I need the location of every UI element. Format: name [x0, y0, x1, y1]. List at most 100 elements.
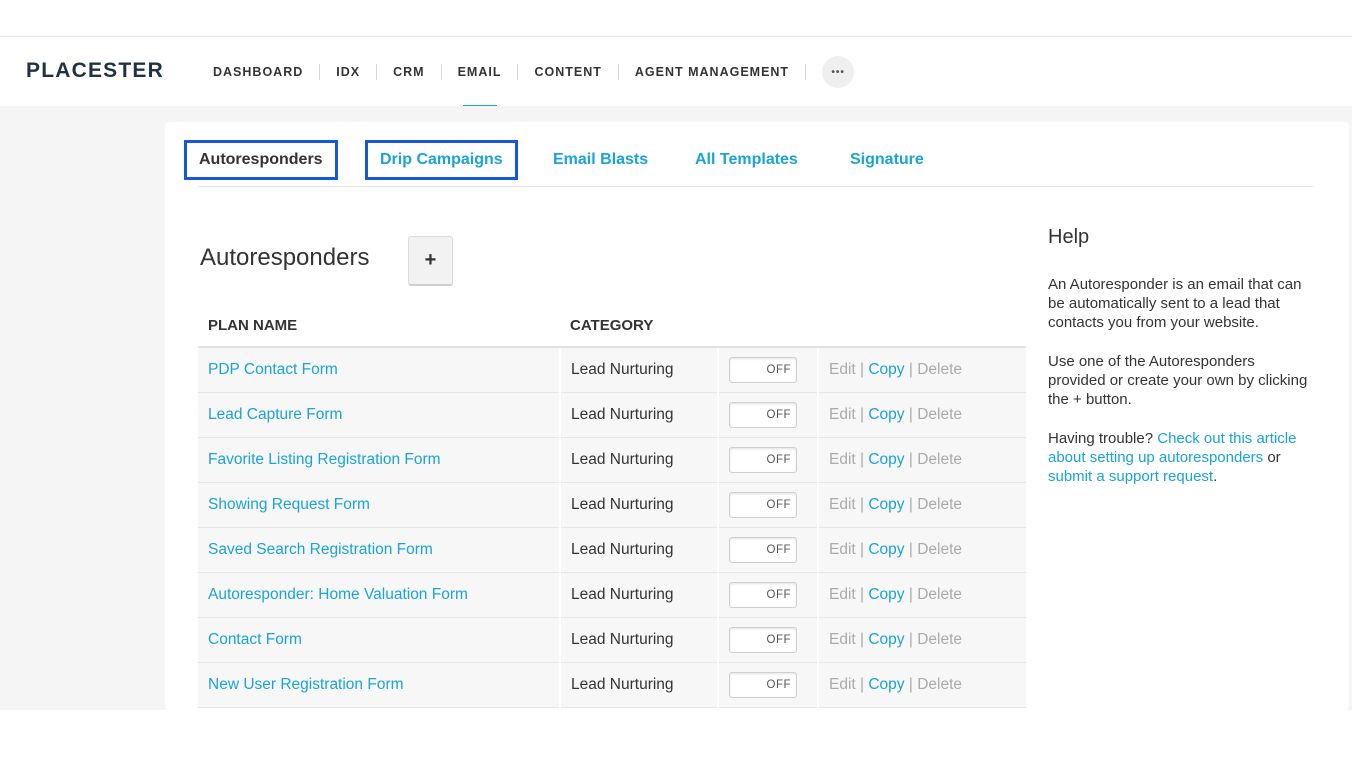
status-toggle[interactable]: OFF: [729, 401, 797, 428]
action-separator: |: [904, 540, 918, 558]
plan-name-link[interactable]: Showing Request Form: [198, 482, 561, 528]
nav-dashboard[interactable]: DASHBOARD: [197, 37, 319, 107]
nav-idx[interactable]: IDX: [320, 37, 376, 107]
toggle-state-label: OFF: [766, 633, 791, 646]
table-row: New User Registration Form Lead Nurturing…: [198, 662, 1026, 708]
table-row: Saved Search Registration Form Lead Nurtu…: [198, 527, 1026, 573]
row-actions: Edit | Copy | Delete: [818, 347, 1026, 393]
tab-all-templates[interactable]: All Templates: [695, 140, 798, 180]
edit-link[interactable]: Edit: [829, 541, 856, 558]
email-subnav: Autoresponders Drip Campaigns Email Blas…: [184, 132, 1313, 187]
row-actions: Edit | Copy | Delete: [818, 617, 1026, 663]
section-title: Autoresponders: [200, 244, 370, 271]
copy-link[interactable]: Copy: [868, 631, 904, 648]
action-separator: |: [904, 405, 918, 423]
toggle-cell: OFF: [718, 617, 819, 663]
column-header-plan-name: PLAN NAME: [198, 305, 560, 348]
delete-link[interactable]: Delete: [917, 676, 962, 693]
email-panel: Autoresponders Drip Campaigns Email Blas…: [165, 122, 1349, 710]
copy-link[interactable]: Copy: [868, 361, 904, 378]
row-actions: Edit | Copy | Delete: [818, 662, 1026, 708]
delete-link[interactable]: Delete: [917, 451, 962, 468]
top-navigation-bar: PLACESTER DASHBOARD IDX CRM EMAIL CONTEN…: [0, 36, 1352, 108]
nav-crm[interactable]: CRM: [377, 37, 440, 107]
action-separator: |: [904, 450, 918, 468]
plan-name-link[interactable]: New User Registration Form: [198, 662, 561, 708]
action-separator: |: [904, 585, 918, 603]
plan-category: Lead Nurturing: [560, 617, 719, 663]
edit-link[interactable]: Edit: [829, 406, 856, 423]
column-header-toggle: [718, 305, 818, 348]
action-separator: |: [855, 540, 869, 558]
table-header-row: PLAN NAME CATEGORY: [198, 305, 1026, 348]
help-trouble-suffix: .: [1213, 468, 1218, 485]
status-toggle[interactable]: OFF: [729, 446, 797, 473]
delete-link[interactable]: Delete: [917, 631, 962, 648]
action-separator: |: [855, 675, 869, 693]
tab-drip-campaigns[interactable]: Drip Campaigns: [365, 140, 518, 180]
plan-name-link[interactable]: Lead Capture Form: [198, 392, 561, 438]
edit-link[interactable]: Edit: [829, 451, 856, 468]
help-title: Help: [1048, 226, 1090, 248]
delete-link[interactable]: Delete: [917, 541, 962, 558]
row-actions: Edit | Copy | Delete: [818, 392, 1026, 438]
toggle-cell: OFF: [718, 392, 819, 438]
nav-content[interactable]: CONTENT: [518, 37, 617, 107]
copy-link[interactable]: Copy: [868, 496, 904, 513]
add-autoresponder-button[interactable]: +: [408, 236, 453, 286]
delete-link[interactable]: Delete: [917, 361, 962, 378]
delete-link[interactable]: Delete: [917, 496, 962, 513]
toggle-state-label: OFF: [766, 498, 791, 511]
toggle-cell: OFF: [718, 662, 819, 708]
copy-link[interactable]: Copy: [868, 541, 904, 558]
edit-link[interactable]: Edit: [829, 361, 856, 378]
edit-link[interactable]: Edit: [829, 496, 856, 513]
delete-link[interactable]: Delete: [917, 406, 962, 423]
copy-link[interactable]: Copy: [868, 451, 904, 468]
table-row: Autoresponder: Home Valuation Form Lead N…: [198, 572, 1026, 618]
help-support-link[interactable]: submit a support request: [1048, 468, 1213, 485]
table-body: PDP Contact Form Lead Nurturing OFF Edit | …: [198, 347, 1026, 708]
toggle-cell: OFF: [718, 482, 819, 528]
column-header-category: CATEGORY: [560, 305, 718, 348]
copy-link[interactable]: Copy: [868, 586, 904, 603]
main-nav: DASHBOARD IDX CRM EMAIL CONTENT AGENT MA…: [197, 37, 855, 108]
tab-signature[interactable]: Signature: [850, 140, 924, 180]
status-toggle[interactable]: OFF: [729, 536, 797, 563]
plan-name-link[interactable]: Saved Search Registration Form: [198, 527, 561, 573]
status-toggle[interactable]: OFF: [729, 581, 797, 608]
tab-autoresponders[interactable]: Autoresponders: [184, 140, 338, 180]
plan-name-link[interactable]: PDP Contact Form: [198, 347, 561, 393]
edit-link[interactable]: Edit: [829, 631, 856, 648]
autoresponders-table: PLAN NAME CATEGORY PDP Contact Form Lead …: [198, 305, 1026, 708]
copy-link[interactable]: Copy: [868, 406, 904, 423]
nav-agent-management[interactable]: AGENT MANAGEMENT: [619, 37, 805, 107]
placester-logo[interactable]: PLACESTER: [26, 59, 164, 83]
plan-name-link[interactable]: Contact Form: [198, 617, 561, 663]
row-actions: Edit | Copy | Delete: [818, 572, 1026, 618]
nav-divider: [805, 64, 807, 80]
plan-name-link[interactable]: Autoresponder: Home Valuation Form: [198, 572, 561, 618]
toggle-cell: OFF: [718, 347, 819, 393]
copy-link[interactable]: Copy: [868, 676, 904, 693]
toggle-state-label: OFF: [766, 453, 791, 466]
table-row: Showing Request Form Lead Nurturing OFF Edi…: [198, 482, 1026, 528]
table-row: PDP Contact Form Lead Nurturing OFF Edit | …: [198, 347, 1026, 393]
plan-category: Lead Nurturing: [560, 482, 719, 528]
action-separator: |: [904, 630, 918, 648]
action-separator: |: [904, 495, 918, 513]
help-trouble-prefix: Having trouble?: [1048, 430, 1158, 447]
edit-link[interactable]: Edit: [829, 676, 856, 693]
delete-link[interactable]: Delete: [917, 586, 962, 603]
status-toggle[interactable]: OFF: [729, 626, 797, 653]
status-toggle[interactable]: OFF: [729, 356, 797, 383]
toggle-cell: OFF: [718, 527, 819, 573]
nav-email[interactable]: EMAIL: [442, 37, 518, 108]
edit-link[interactable]: Edit: [829, 586, 856, 603]
more-options-icon[interactable]: •••: [822, 56, 855, 88]
tab-email-blasts[interactable]: Email Blasts: [553, 140, 648, 180]
status-toggle[interactable]: OFF: [729, 671, 797, 698]
status-toggle[interactable]: OFF: [729, 491, 797, 518]
plan-name-link[interactable]: Favorite Listing Registration Form: [198, 437, 561, 483]
action-separator: |: [855, 585, 869, 603]
